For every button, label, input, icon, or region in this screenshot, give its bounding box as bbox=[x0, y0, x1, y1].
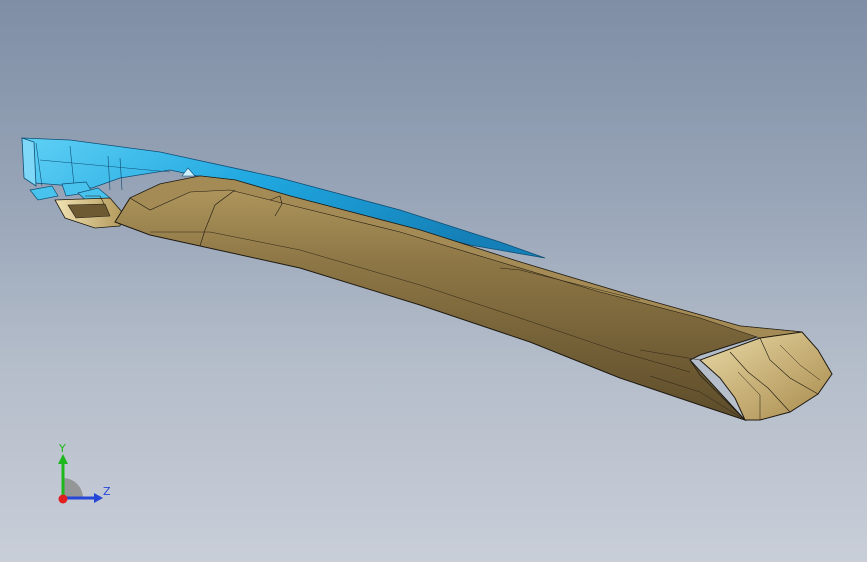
x-axis-dot bbox=[58, 494, 68, 504]
triad-plane-indicator bbox=[63, 478, 83, 498]
hull-body bbox=[114, 175, 803, 422]
y-axis-arrow bbox=[58, 454, 68, 464]
z-axis-arrow bbox=[94, 493, 103, 503]
view-triad[interactable]: Y Z bbox=[48, 440, 128, 512]
graphics-viewport[interactable]: Y Z bbox=[0, 0, 867, 562]
3d-model[interactable] bbox=[0, 0, 867, 562]
y-axis-label: Y bbox=[59, 442, 66, 455]
stern-block bbox=[54, 195, 123, 229]
z-axis-label: Z bbox=[103, 485, 111, 498]
